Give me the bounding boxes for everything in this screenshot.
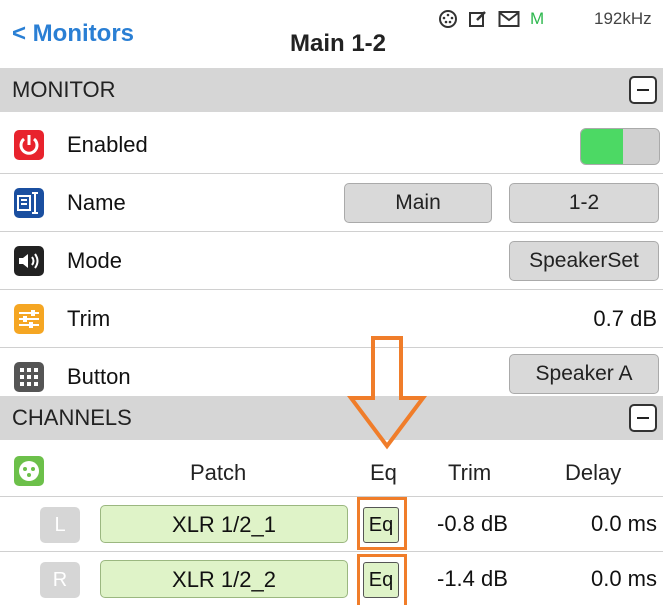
button-assign-button[interactable]: Speaker A (509, 354, 659, 394)
patch-button[interactable]: XLR 1/2_2 (100, 560, 348, 598)
top-bar: < Monitors Main 1-2 M 192kHz (0, 0, 663, 68)
section-title: CHANNELS (12, 405, 132, 430)
xlr-connector-icon (14, 456, 44, 486)
sample-rate: 192kHz (594, 9, 652, 28)
back-button[interactable]: < Monitors (12, 20, 134, 48)
channels-column-header: Patch Eq Trim Delay (0, 448, 663, 497)
sliders-icon (14, 304, 44, 334)
enabled-label: Enabled (67, 132, 148, 157)
button-label: Button (67, 364, 131, 389)
patch-button[interactable]: XLR 1/2_1 (100, 505, 348, 543)
trim-value[interactable]: 0.7 dB (593, 306, 657, 332)
keypad-grid-icon (14, 362, 44, 392)
mode-row: Mode SpeakerSet (0, 232, 663, 290)
midi-port-icon (439, 10, 457, 28)
channel-delay-value[interactable]: 0.0 ms (591, 511, 657, 537)
column-patch: Patch (190, 460, 247, 485)
name-label: Name (67, 190, 126, 215)
name-row: Name Main 1-2 (0, 174, 663, 232)
speaker-icon (14, 246, 44, 276)
down-arrow-annotation-icon (347, 336, 427, 450)
channel-trim-value[interactable]: -1.4 dB (437, 566, 508, 592)
channel-row: L XLR 1/2_1 Eq -0.8 dB 0.0 ms (0, 497, 663, 552)
toggle-on-fill (581, 129, 623, 164)
eq-highlight-box (357, 554, 407, 605)
enabled-row: Enabled (0, 116, 663, 174)
status-icons: M (438, 9, 544, 29)
trim-label: Trim (67, 306, 111, 331)
column-eq: Eq (370, 460, 397, 485)
channels-section-header: CHANNELS (0, 396, 663, 440)
page-title: Main 1-2 (290, 30, 387, 57)
channel-select-button[interactable]: R (40, 562, 80, 598)
column-trim: Trim (448, 460, 492, 485)
trim-row: Trim 0.7 dB (0, 290, 663, 348)
channel-row: R XLR 1/2_2 Eq -1.4 dB 0.0 ms (0, 552, 663, 606)
toggle-knob (623, 129, 659, 164)
section-title: MONITOR (12, 77, 116, 102)
mode-label: Mode (67, 248, 123, 273)
edit-icon (469, 11, 486, 27)
monitor-section-header: MONITOR (0, 68, 663, 112)
name-main-button[interactable]: Main (344, 183, 492, 223)
column-delay: Delay (565, 460, 622, 485)
collapse-monitor-button[interactable] (629, 76, 657, 104)
channel-delay-value[interactable]: 0.0 ms (591, 566, 657, 592)
mode-button[interactable]: SpeakerSet (509, 241, 659, 281)
power-icon (14, 130, 44, 160)
name-tag-icon (14, 188, 44, 218)
enabled-toggle[interactable] (580, 128, 660, 165)
eq-highlight-box (357, 497, 407, 550)
name-suffix-button[interactable]: 1-2 (509, 183, 659, 223)
channel-select-button[interactable]: L (40, 507, 80, 543)
collapse-channels-button[interactable] (629, 404, 657, 432)
channel-trim-value[interactable]: -0.8 dB (437, 511, 508, 537)
mail-icon (498, 11, 520, 27)
status-m-indicator: M (530, 9, 545, 28)
